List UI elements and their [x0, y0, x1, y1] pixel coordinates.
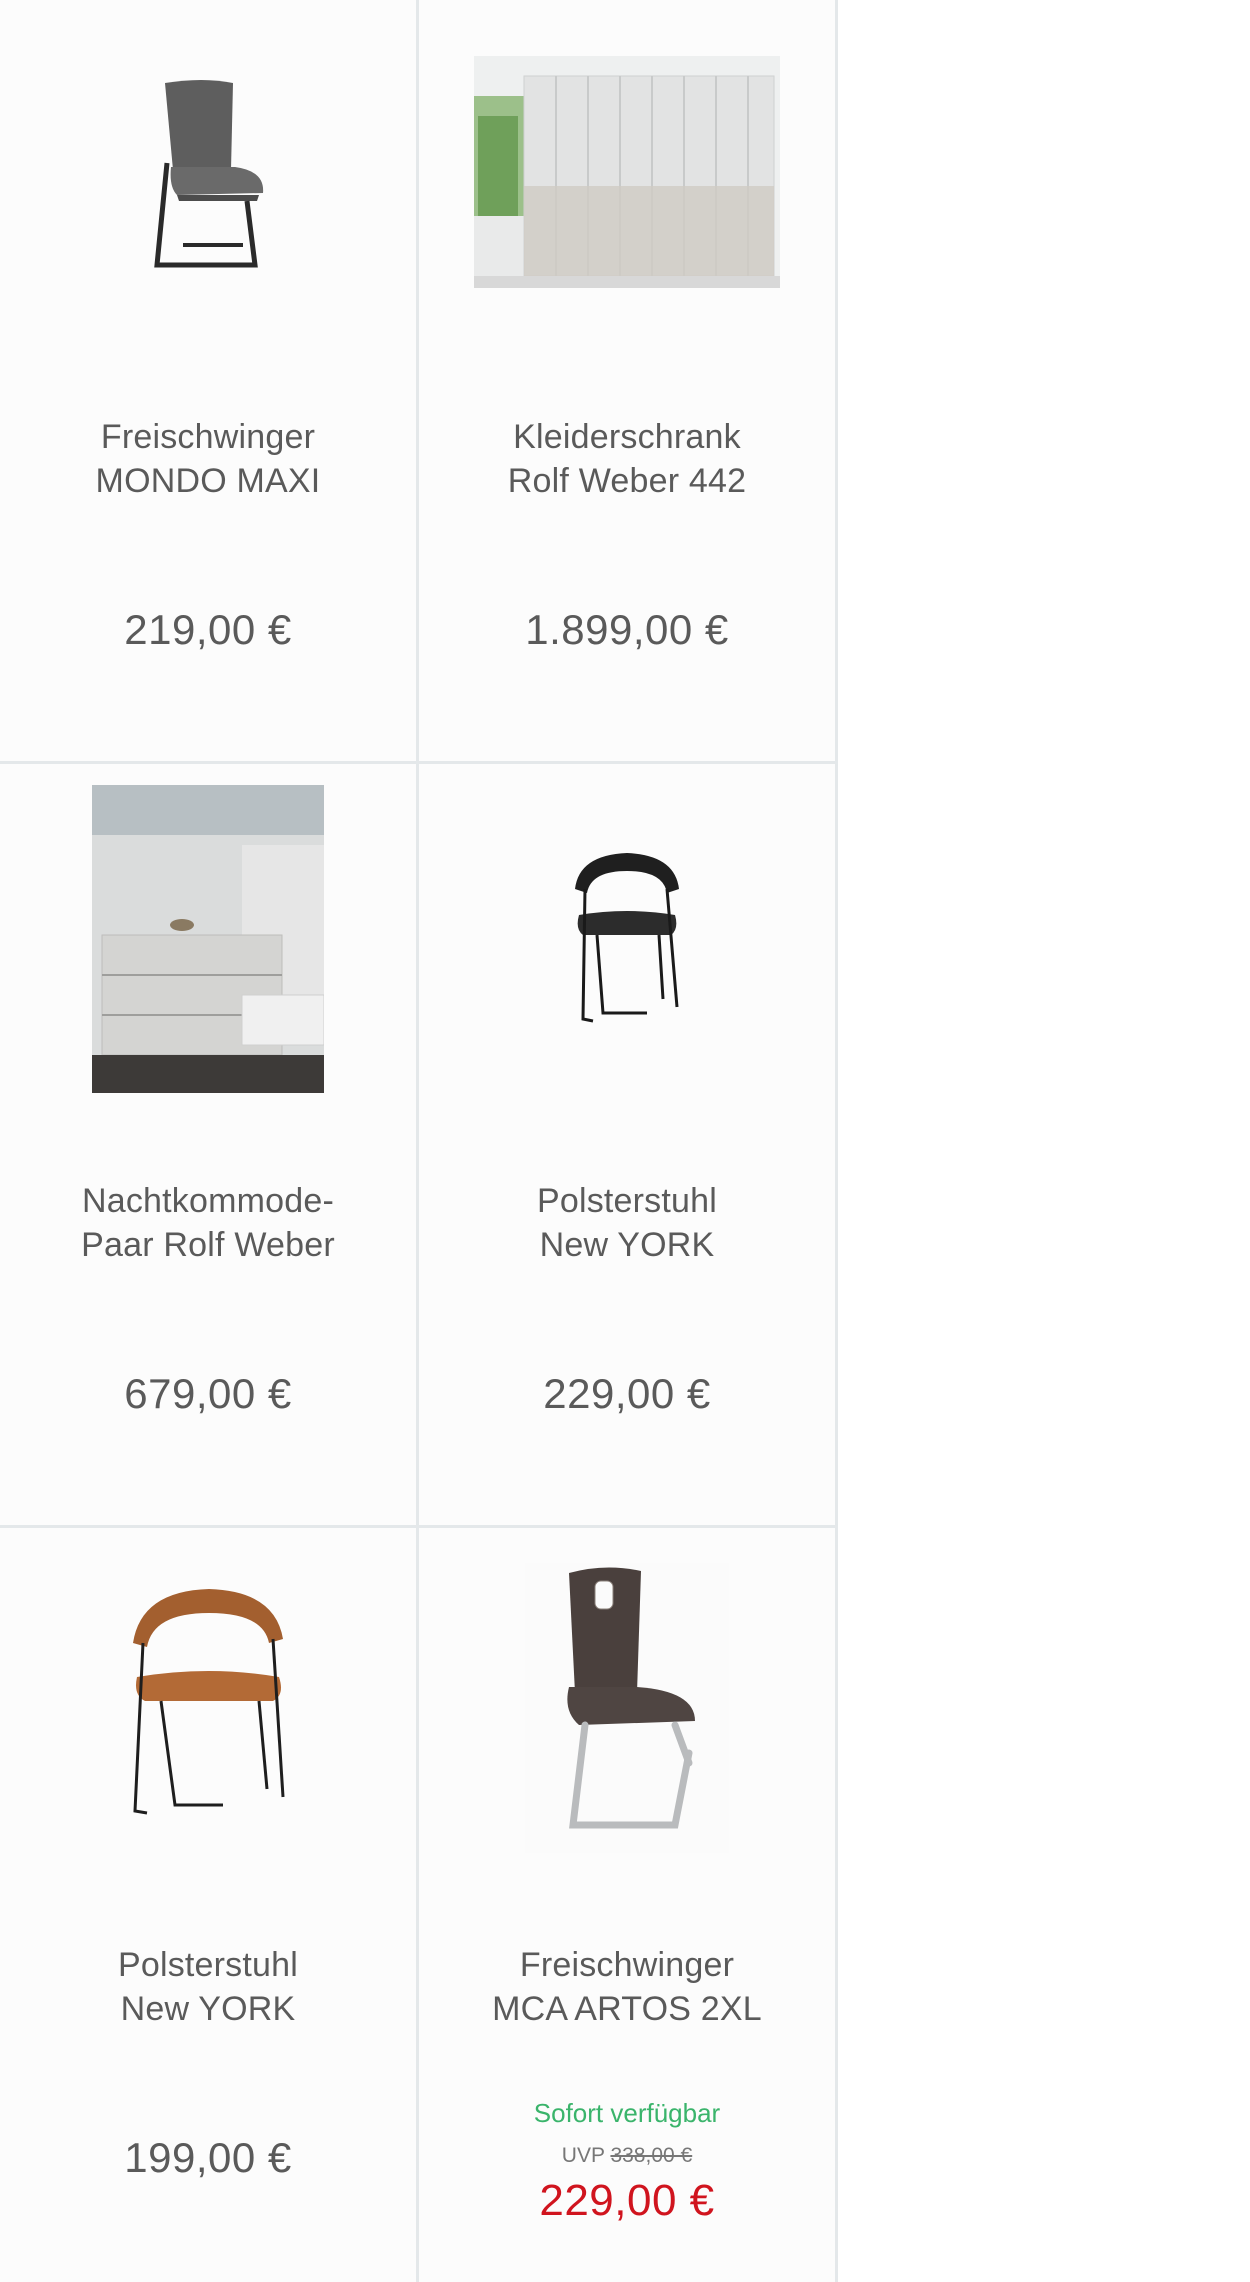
nightstand-bedroom-image[interactable]: [92, 785, 324, 1093]
uvp-label: UVP: [561, 2144, 605, 2167]
chair-black-image[interactable]: [567, 849, 687, 1029]
product-card[interactable]: Polsterstuhl New YORK 229,00 €: [419, 764, 838, 1528]
product-title[interactable]: Polsterstuhl New YORK: [10, 1943, 406, 2031]
product-price: 199,00 €: [124, 2134, 292, 2181]
product-price: 679,00 €: [124, 1370, 292, 1417]
product-card[interactable]: Nachtkommode- Paar Rolf Weber 679,00 €: [0, 764, 419, 1528]
product-card[interactable]: Kleiderschrank Rolf Weber 442 1.899,00 €: [419, 0, 838, 764]
product-title-line2[interactable]: Paar Rolf Weber: [10, 1223, 406, 1267]
product-title-line1[interactable]: Polsterstuhl: [429, 1179, 825, 1223]
cantilever-chair-brown-image[interactable]: [525, 1563, 729, 1853]
product-title[interactable]: Polsterstuhl New YORK: [429, 1179, 825, 1267]
chair-cognac-image[interactable]: [123, 1583, 293, 1823]
product-title-line2[interactable]: New YORK: [10, 1987, 406, 2031]
product-card[interactable]: Freischwinger MONDO MAXI 219,00 €: [0, 0, 419, 764]
product-price: 229,00 €: [543, 1370, 711, 1417]
product-image[interactable]: [0, 784, 416, 1094]
product-card[interactable]: Polsterstuhl New YORK 199,00 €: [0, 1528, 419, 2282]
product-title-line2[interactable]: Rolf Weber 442: [429, 459, 825, 503]
product-image[interactable]: [419, 56, 835, 288]
sale-price: 229,00 €: [539, 2176, 715, 2225]
product-image[interactable]: [0, 20, 416, 330]
product-price: 219,00 €: [124, 606, 292, 653]
product-title-line1[interactable]: Freischwinger: [429, 1943, 825, 1987]
product-title[interactable]: Nachtkommode- Paar Rolf Weber: [10, 1179, 406, 1267]
product-price: 1.899,00 €: [525, 606, 729, 653]
product-card[interactable]: Freischwinger MCA ARTOS 2XL Sofort verfü…: [419, 1528, 838, 2282]
product-title[interactable]: Freischwinger MONDO MAXI: [10, 415, 406, 503]
product-title-line2[interactable]: MCA ARTOS 2XL: [429, 1987, 825, 2031]
cantilever-chair-grey-image[interactable]: [143, 75, 273, 275]
product-title-line1[interactable]: Kleiderschrank: [429, 415, 825, 459]
product-image[interactable]: [419, 1563, 835, 1853]
product-title-line1[interactable]: Polsterstuhl: [10, 1943, 406, 1987]
product-image[interactable]: [419, 784, 835, 1094]
product-grid: Freischwinger MONDO MAXI 219,00 € Kleide…: [0, 0, 838, 2282]
product-title-line2[interactable]: MONDO MAXI: [10, 459, 406, 503]
product-title[interactable]: Freischwinger MCA ARTOS 2XL: [429, 1943, 825, 2031]
availability-badge: Sofort verfügbar: [533, 2098, 721, 2128]
uvp-line: UVP 338,00 €: [419, 2144, 835, 2168]
product-image[interactable]: [0, 1548, 416, 1858]
product-title-line1[interactable]: Nachtkommode-: [10, 1179, 406, 1223]
product-title-line1[interactable]: Freischwinger: [10, 415, 406, 459]
uvp-price: 338,00 €: [610, 2144, 693, 2167]
wardrobe-white-image[interactable]: [474, 56, 780, 288]
product-title-line2[interactable]: New YORK: [429, 1223, 825, 1267]
product-title[interactable]: Kleiderschrank Rolf Weber 442: [429, 415, 825, 503]
